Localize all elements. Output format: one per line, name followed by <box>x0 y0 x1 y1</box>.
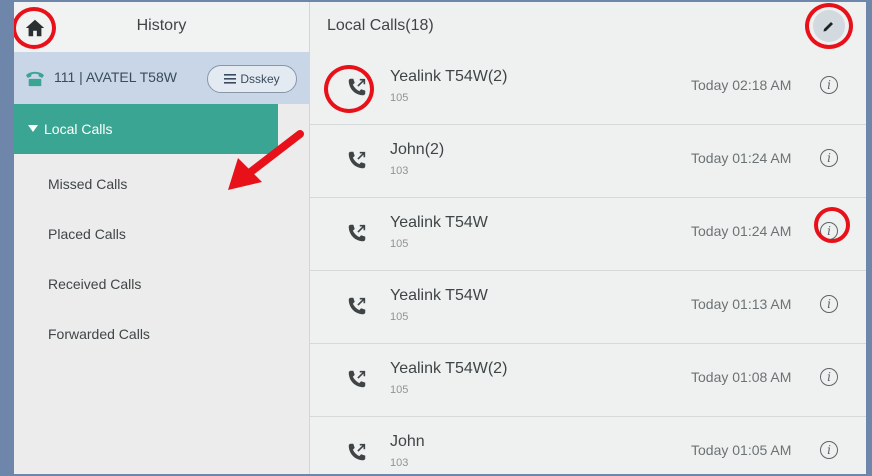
menu-item-label: Local Calls <box>44 121 113 137</box>
info-icon: i <box>827 297 831 311</box>
caller-name: John(2) <box>390 141 445 158</box>
call-time: Today 01:24 AM <box>691 150 792 166</box>
account-row[interactable]: 111 | AVATEL T58W Dsskey <box>14 52 309 104</box>
info-icon: i <box>827 78 831 92</box>
outgoing-call-icon[interactable] <box>346 368 368 390</box>
info-button[interactable]: i <box>820 441 838 459</box>
outgoing-call-icon[interactable] <box>346 149 368 171</box>
caller-name: Yealink T54W <box>390 287 488 304</box>
call-row[interactable]: John(2) 103 Today 01:24 AM i <box>310 125 866 198</box>
caller-number: 103 <box>390 165 409 177</box>
annotation-arrow <box>228 130 304 190</box>
call-time: Today 02:18 AM <box>691 77 792 93</box>
call-time: Today 01:24 AM <box>691 223 792 239</box>
call-row[interactable]: John 103 Today 01:05 AM i <box>310 417 866 474</box>
call-time: Today 01:13 AM <box>691 296 792 312</box>
call-row[interactable]: Yealink T54W(2) 105 Today 02:18 AM i <box>310 52 866 125</box>
phone-screen: History 111 | AVATEL T58W Dsskey Local C… <box>14 2 866 474</box>
dsskey-button[interactable]: Dsskey <box>207 65 297 93</box>
menu-item-placed-calls[interactable]: Placed Calls <box>48 226 126 242</box>
call-row[interactable]: Yealink T54W 105 Today 01:24 AM i <box>310 198 866 271</box>
caller-number: 105 <box>390 92 409 104</box>
caller-number: 103 <box>390 457 409 469</box>
info-icon: i <box>827 224 831 238</box>
call-row[interactable]: Yealink T54W 105 Today 01:13 AM i <box>310 271 866 344</box>
caller-number: 105 <box>390 311 409 323</box>
call-list-header: Local Calls(18) <box>310 2 866 52</box>
call-time: Today 01:05 AM <box>691 442 792 458</box>
info-button[interactable]: i <box>820 149 838 167</box>
info-button[interactable]: i <box>820 76 838 94</box>
info-button[interactable]: i <box>820 295 838 313</box>
desk-phone-icon <box>26 71 44 87</box>
edit-button[interactable] <box>813 10 845 42</box>
account-label: 111 | AVATEL T58W <box>54 69 177 85</box>
menu-item-missed-calls[interactable]: Missed Calls <box>48 176 127 192</box>
outgoing-call-icon[interactable] <box>346 222 368 244</box>
call-row[interactable]: Yealink T54W(2) 105 Today 01:08 AM i <box>310 344 866 417</box>
outgoing-call-icon[interactable] <box>346 295 368 317</box>
outgoing-call-icon[interactable] <box>346 76 368 98</box>
info-button[interactable]: i <box>820 368 838 386</box>
caller-number: 105 <box>390 238 409 250</box>
expand-triangle-icon <box>28 125 38 132</box>
menu-item-received-calls[interactable]: Received Calls <box>48 276 141 292</box>
caller-name: John <box>390 433 425 450</box>
caller-name: Yealink T54W <box>390 214 488 231</box>
info-icon: i <box>827 370 831 384</box>
pencil-icon <box>823 22 833 32</box>
info-icon: i <box>827 443 831 457</box>
caller-number: 105 <box>390 384 409 396</box>
info-button[interactable]: i <box>820 222 838 240</box>
menu-item-forwarded-calls[interactable]: Forwarded Calls <box>48 326 150 342</box>
call-list-panel: Local Calls(18) Yealink T54W(2) 105 Today … <box>310 2 866 474</box>
call-time: Today 01:08 AM <box>691 369 792 385</box>
call-list-title: Local Calls(18) <box>327 17 434 34</box>
info-icon: i <box>827 151 831 165</box>
history-sidebar: History 111 | AVATEL T58W Dsskey Local C… <box>14 2 309 474</box>
caller-name: Yealink T54W(2) <box>390 68 508 85</box>
history-header: History <box>14 2 309 52</box>
dsskey-label: Dsskey <box>240 72 280 86</box>
list-icon <box>224 74 237 84</box>
history-title: History <box>136 17 187 34</box>
caller-name: Yealink T54W(2) <box>390 360 508 377</box>
outgoing-call-icon[interactable] <box>346 441 368 463</box>
